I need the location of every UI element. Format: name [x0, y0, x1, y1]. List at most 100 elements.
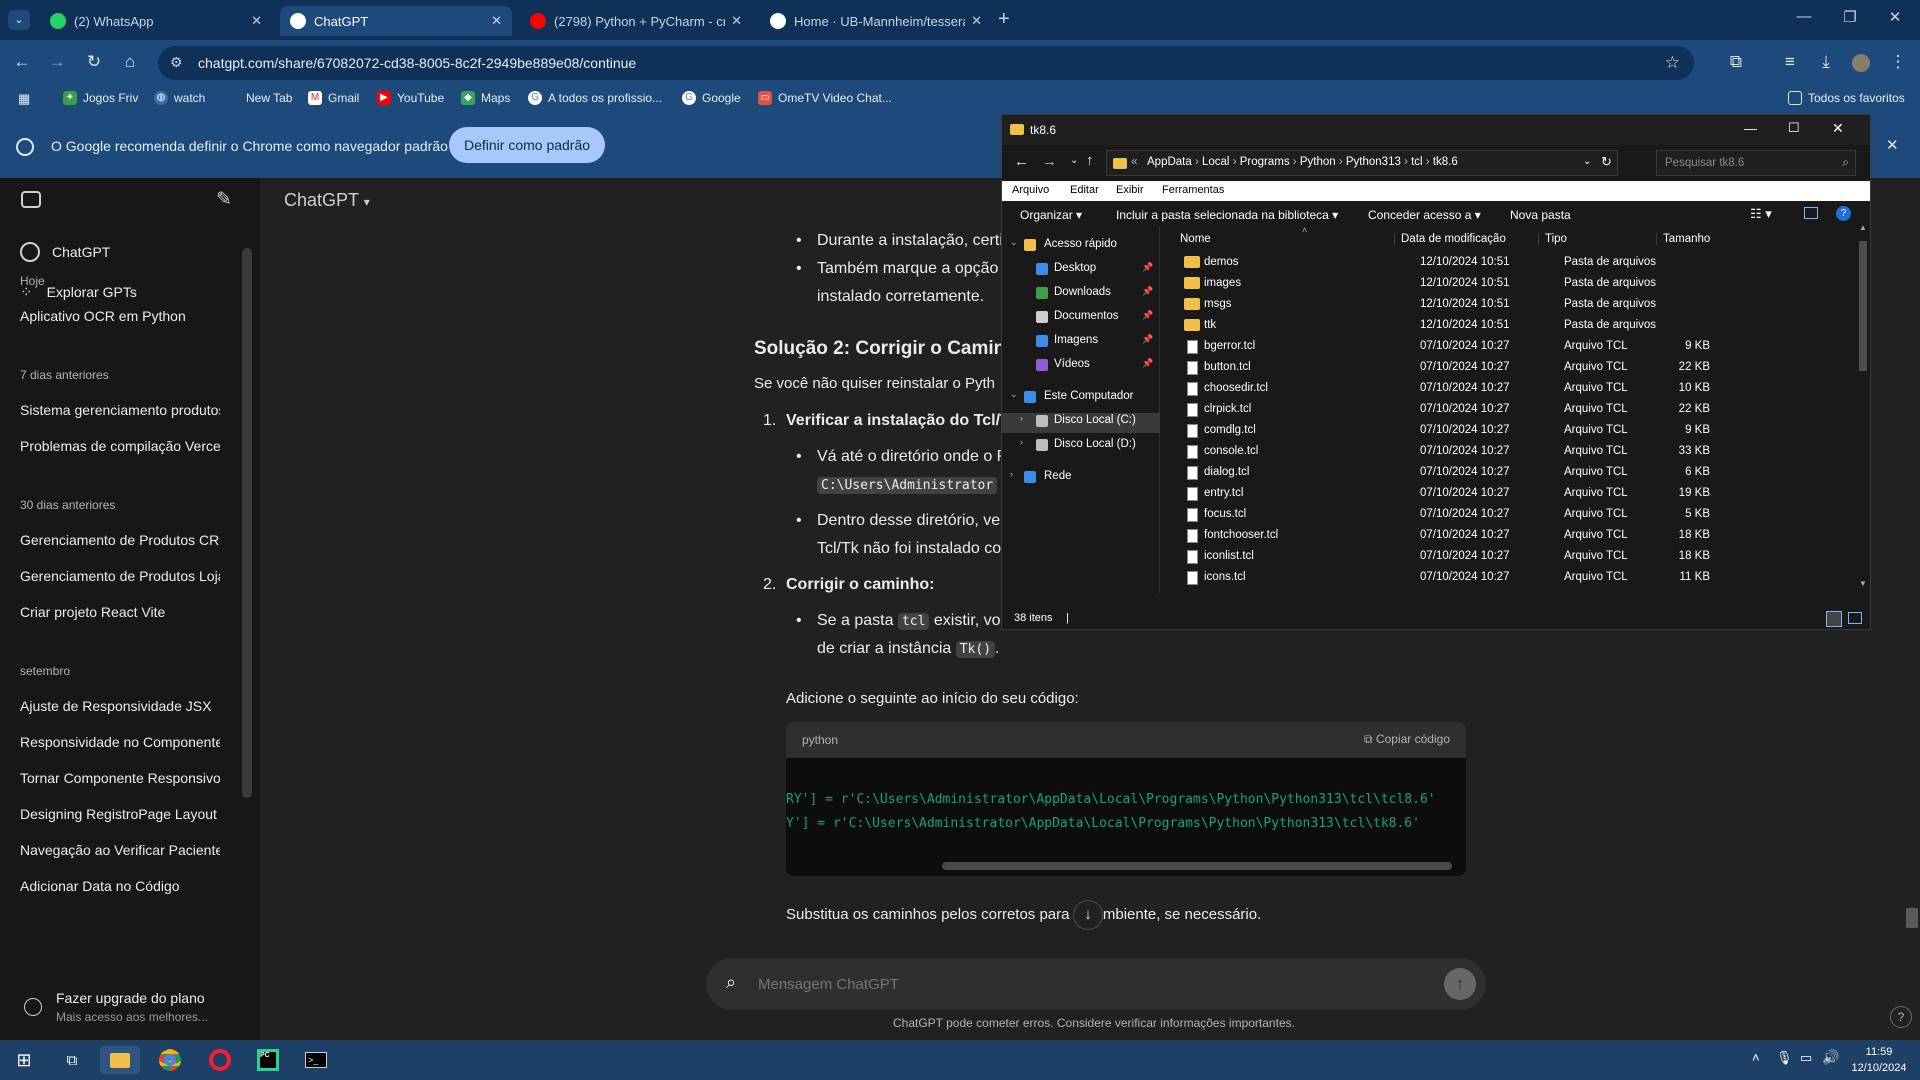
file-row[interactable]: clrpick.tcl 07/10/2024 10:27 Arquivo TCL 22… [1182, 400, 1842, 421]
menu-exibir[interactable]: Exibir [1116, 184, 1144, 196]
sidebar-conversation-item[interactable]: Gerenciamento de Produtos CRUD [20, 532, 220, 548]
file-row[interactable]: icons.tcl 07/10/2024 10:27 Arquivo TCL 11 K… [1182, 568, 1842, 589]
home-icon[interactable]: ⌂ [118, 52, 142, 72]
volume-icon[interactable]: 🔊 [1822, 1049, 1839, 1066]
file-row[interactable]: button.tcl 07/10/2024 10:27 Arquivo TCL 22 … [1182, 358, 1842, 379]
share-access-button[interactable]: Conceder acesso a ▾ [1368, 208, 1481, 222]
file-row[interactable]: bgerror.tcl 07/10/2024 10:27 Arquivo TCL 9 … [1182, 337, 1842, 358]
breadcrumb-item[interactable]: Python [1300, 156, 1336, 168]
tab-github[interactable]: Home · UB-Mannheim/tesserac ✕ [760, 6, 992, 36]
close-window-button[interactable]: ✕ [1880, 8, 1910, 26]
bookmark-ometv[interactable]: ▭ OmeTV Video Chat... [758, 91, 892, 105]
page-scrollbar[interactable] [1906, 908, 1918, 928]
breadcrumb-item[interactable]: Local [1202, 156, 1230, 168]
explorer-maximize-button[interactable]: ☐ [1788, 120, 1800, 136]
explorer-search-box[interactable]: Pesquisar tk8.6 ⌕ [1656, 150, 1856, 176]
profile-avatar[interactable] [1852, 54, 1870, 72]
windows-start-icon[interactable]: ⊞ [4, 1046, 44, 1074]
organize-button[interactable]: Organizar ▾ [1020, 208, 1082, 222]
folder-row[interactable]: ttk 12/10/2024 10:51 Pasta de arquivos [1182, 316, 1842, 337]
tab-close-icon[interactable]: ✕ [731, 13, 742, 29]
expand-chevron-icon[interactable]: ⌄ [1010, 237, 1018, 248]
clock[interactable]: 11:59 12/10/2024 [1850, 1044, 1908, 1076]
menu-arquivo[interactable]: Arquivo [1012, 184, 1049, 196]
bookmark-jogos-friv[interactable]: ✦ Jogos Friv [63, 91, 138, 105]
preview-pane-icon[interactable] [1804, 207, 1818, 219]
network-icon[interactable]: ▭ [1800, 1050, 1812, 1066]
sidebar-conversation-item[interactable]: Sistema gerenciamento produtos [20, 402, 220, 418]
chrome-icon[interactable] [150, 1046, 190, 1074]
column-date[interactable]: Data de modificação [1394, 233, 1506, 245]
breadcrumb-item[interactable]: tcl [1411, 156, 1423, 168]
upgrade-plan-button[interactable]: Fazer upgrade do plano Mais acesso aos m… [20, 988, 240, 1028]
sidebar-conversation-item[interactable]: Tornar Componente Responsivo [20, 770, 220, 786]
expand-chevron-icon[interactable]: › [1010, 469, 1013, 479]
code-horizontal-scrollbar[interactable] [942, 862, 1452, 870]
terminal-icon[interactable]: >_ [296, 1046, 336, 1074]
new-tab-button[interactable]: + [998, 8, 1010, 31]
file-explorer-icon[interactable] [100, 1046, 140, 1074]
tab-close-icon[interactable]: ✕ [491, 13, 502, 29]
forward-icon[interactable]: → [45, 52, 69, 72]
nav-item[interactable]: › Disco Local (C:) [1002, 413, 1160, 433]
extensions-icon[interactable]: ⧉ [1724, 52, 1748, 72]
model-selector[interactable]: ChatGPT ▾ [284, 190, 370, 211]
menu-ferramentas[interactable]: Ferramentas [1162, 184, 1224, 196]
menu-editar[interactable]: Editar [1070, 184, 1099, 196]
large-icons-view-icon[interactable] [1848, 612, 1862, 624]
infobar-close-icon[interactable]: ✕ [1886, 136, 1899, 154]
folder-row[interactable]: msgs 12/10/2024 10:51 Pasta de arquivos [1182, 295, 1842, 316]
bookmark-google[interactable]: G Google [682, 91, 741, 105]
address-bar[interactable]: ⚙ chatgpt.com/share/67082072-cd38-8005-8… [158, 46, 1694, 80]
sidebar-conversation-item[interactable]: Problemas de compilação Vercel [20, 438, 220, 454]
tab-chatgpt[interactable]: ChatGPT ✕ [280, 6, 512, 36]
file-row[interactable]: focus.tcl 07/10/2024 10:27 Arquivo TCL 5 KB [1182, 505, 1842, 526]
bookmark-star-icon[interactable]: ☆ [1665, 53, 1680, 73]
include-library-button[interactable]: Incluir a pasta selecionada na bibliotec… [1116, 208, 1338, 222]
back-icon[interactable]: ← [10, 52, 34, 72]
bookmark-maps[interactable]: ◆ Maps [461, 91, 510, 105]
sidebar-conversation-item[interactable]: Adicionar Data no Código [20, 878, 220, 894]
back-icon[interactable]: ← [1014, 153, 1029, 170]
reload-icon[interactable]: ↻ [82, 52, 106, 72]
site-info-icon[interactable]: ⚙ [170, 54, 183, 71]
all-bookmarks[interactable]: Todos os favoritos [1788, 91, 1905, 105]
explorer-path-bar[interactable]: « AppData › Local › Programs › Python › … [1106, 150, 1618, 176]
file-row[interactable]: iconlist.tcl 07/10/2024 10:27 Arquivo TCL 1… [1182, 547, 1842, 568]
file-list-scrollbar[interactable]: ▲ ▼ [1858, 223, 1868, 588]
file-row[interactable]: fontchooser.tcl 07/10/2024 10:27 Arquivo T… [1182, 526, 1842, 547]
menu-icon[interactable]: ⋮ [1886, 52, 1910, 72]
bookmark-gmail[interactable]: M Gmail [308, 91, 359, 105]
bookmark-watch[interactable]: ◍ watch [154, 91, 205, 105]
path-dropdown-icon[interactable]: ⌄ [1583, 156, 1591, 167]
breadcrumb-item[interactable]: tk8.6 [1433, 156, 1458, 168]
column-size[interactable]: Tamanho [1656, 233, 1710, 245]
details-view-icon[interactable] [1826, 611, 1842, 627]
file-row[interactable]: entry.tcl 07/10/2024 10:27 Arquivo TCL 19 K… [1182, 484, 1842, 505]
bookmark-youtube[interactable]: ▶ YouTube [377, 91, 444, 105]
help-icon[interactable]: ? [1890, 1006, 1912, 1028]
scroll-down-icon[interactable]: ▼ [1859, 579, 1867, 588]
task-view-icon[interactable]: ⧉ [52, 1046, 92, 1074]
tab-youtube[interactable]: (2798) Python + PyCharm - cria ✕ [520, 6, 752, 36]
opera-icon[interactable] [200, 1046, 240, 1074]
sidebar-item-explore-gpts[interactable]: ⁘ Explorar GPTs [20, 280, 230, 304]
sidebar-conversation-item[interactable]: Designing RegistroPage Layout [20, 806, 220, 822]
expand-chevron-icon[interactable]: ⌄ [1010, 389, 1018, 400]
apps-icon[interactable]: ▦ [18, 91, 30, 107]
file-row[interactable]: console.tcl 07/10/2024 10:27 Arquivo TCL 33… [1182, 442, 1842, 463]
send-button[interactable]: ↑ [1444, 968, 1476, 1000]
microphone-icon[interactable]: 🎙 [1776, 1050, 1793, 1066]
minimize-button[interactable]: — [1789, 8, 1819, 25]
new-chat-icon[interactable]: ✎ [216, 188, 232, 211]
expand-chevron-icon[interactable]: › [1020, 437, 1023, 447]
expand-chevron-icon[interactable]: › [1020, 413, 1023, 423]
up-icon[interactable]: ↑ [1086, 152, 1094, 169]
folder-row[interactable]: images 12/10/2024 10:51 Pasta de arquivos [1182, 274, 1842, 295]
help-icon[interactable]: ? [1836, 206, 1851, 221]
breadcrumb-item[interactable]: Python313 [1346, 156, 1401, 168]
sidebar-item-chatgpt[interactable]: ChatGPT [20, 240, 230, 264]
view-options-icon[interactable]: ☷ ▾ [1750, 206, 1772, 222]
sidebar-conversation-item[interactable]: Criar projeto React Vite [20, 604, 220, 620]
sidebar-conversation-item[interactable]: Aplicativo OCR em Python [20, 308, 220, 324]
